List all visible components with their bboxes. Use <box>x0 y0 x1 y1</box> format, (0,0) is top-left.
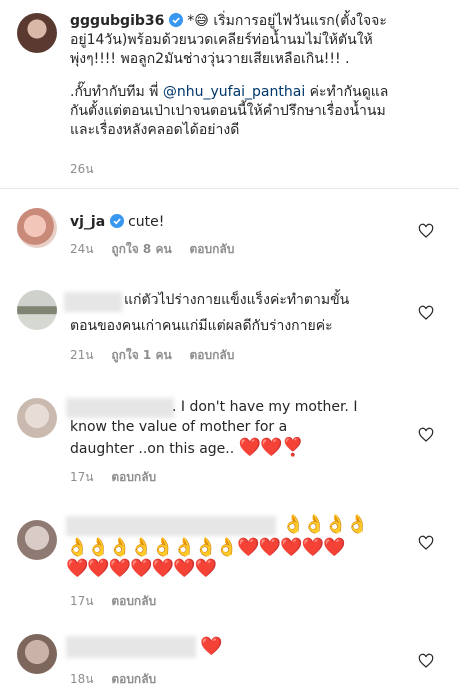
comment-3-reply-button[interactable]: ตอบกลับ <box>111 470 156 484</box>
comment-3-meta: 17น ตอบกลับ <box>70 468 170 487</box>
caption-line-4-rest: ค่ะทำกันดูแล <box>305 84 389 100</box>
comment-3-time: 17น <box>70 470 94 484</box>
comment-1-username[interactable]: vj_ja <box>70 214 105 230</box>
comment-5-reply-button[interactable]: ตอบกลับ <box>111 672 156 686</box>
comment-2-body: แก่ตัวไปร่างกายแข็งแร็งค่ะทำตามขั้น <box>124 291 454 310</box>
verified-icon <box>168 13 183 27</box>
caption-line-2: อยู่14วัน)พร้อมด้วยนวดเคลียร์ท่อน้ำนมไม่… <box>70 32 373 48</box>
comment-4-reply-button[interactable]: ตอบกลับ <box>111 594 156 608</box>
comment-2-avatar[interactable] <box>17 290 57 330</box>
comment-1-reply-button[interactable]: ตอบกลับ <box>190 242 235 256</box>
comment-3-avatar[interactable] <box>17 398 57 438</box>
caption-username[interactable]: gggubgib36 <box>70 13 164 29</box>
comment-1-text: cute! <box>128 214 165 230</box>
caption-line-5: กันตั้งแต่ตอนเป่าเปาจนตอนนี้ให้คำปรึกษาเ… <box>70 103 386 119</box>
mention-link[interactable]: @nhu_yufai_panthai <box>163 84 305 100</box>
caption-line-4: .กั๊บทำกับทีม พี่ <box>70 84 163 100</box>
like-heart-icon[interactable] <box>418 535 434 551</box>
comment-4-meta: 17น ตอบกลับ <box>70 592 170 611</box>
comment-3-body-rest: know the value of mother for a daughter … <box>70 418 304 459</box>
comment-5-heart-emoji: ❤️ <box>200 636 222 657</box>
like-heart-icon[interactable] <box>418 305 434 321</box>
comment-2-text-line-2: ตอนของคนเก่าคนแก่มีแต่ผลดีกับร่างกายค่ะ <box>70 318 333 334</box>
comment-4-body-line-1: 👌👌👌👌 <box>282 514 369 536</box>
comment-3-heart-emojis: ❤️❤️❣️ <box>238 437 304 458</box>
comment-1-likes[interactable]: ถูกใจ 8 คน <box>111 242 171 256</box>
comment-1-body: vj_ja cute! <box>70 213 164 232</box>
comment-2-likes[interactable]: ถูกใจ 1 คน <box>111 348 171 362</box>
comment-4-body-line-2: 👌👌👌👌👌👌👌👌❤️❤️❤️❤️❤️ <box>66 537 345 559</box>
comment-2-username-redacted <box>64 292 122 312</box>
caption-text: gggubgib36 *😅 เริ่มการอยู่ไฟวันแรก(ตั้งใ… <box>70 12 455 140</box>
comment-5-meta: 18น ตอบกลับ <box>70 670 170 689</box>
comment-4-username-redacted <box>66 516 276 536</box>
comment-3-username-redacted <box>66 398 174 418</box>
comment-4-mixed-emojis: 👌👌👌👌👌👌👌👌❤️❤️❤️❤️❤️ <box>66 537 345 558</box>
comment-3-text-line-2: know the value of mother for a <box>70 419 288 435</box>
comment-1-avatar[interactable] <box>17 208 57 248</box>
caption-line-3: พุ่งๆ!!!! พอลูก2มันช่างวุ่นวายเสียเหลือเ… <box>70 51 350 67</box>
comment-5-body: ❤️ <box>200 636 222 658</box>
comment-3-text-line-1: . I don't have my mother. I <box>172 399 358 415</box>
comment-2-body-line-2: ตอนของคนเก่าคนแก่มีแต่ผลดีกับร่างกายค่ะ <box>70 317 333 336</box>
comment-2-text-line-1: แก่ตัวไปร่างกายแข็งแร็งค่ะทำตามขั้น <box>124 292 350 308</box>
caption-line-6: และเรื่องหลังคลอดได้อย่างดี <box>70 122 240 138</box>
caption-line-1: *😅 เริ่มการอยู่ไฟวันแรก(ตั้งใจจะ <box>187 13 387 29</box>
comment-4-time: 17น <box>70 594 94 608</box>
like-heart-icon[interactable] <box>418 223 434 239</box>
like-heart-icon[interactable] <box>418 653 434 669</box>
comment-3-text-line-3: daughter ..on this age.. <box>70 441 235 457</box>
comment-1-time: 24น <box>70 242 94 256</box>
comment-1-meta: 24น ถูกใจ 8 คน ตอบกลับ <box>70 240 248 259</box>
verified-icon <box>109 214 124 228</box>
like-heart-icon[interactable] <box>418 427 434 443</box>
caption-divider <box>0 188 459 189</box>
comment-4-heart-emojis: ❤️❤️❤️❤️❤️❤️❤️ <box>66 558 217 579</box>
comment-2-time: 21น <box>70 348 94 362</box>
comment-4-body-line-3: ❤️❤️❤️❤️❤️❤️❤️ <box>66 558 217 580</box>
comment-4-ok-hand-emojis: 👌👌👌👌 <box>282 514 369 535</box>
caption-time: 26น <box>70 162 94 176</box>
comment-4-avatar[interactable] <box>17 520 57 560</box>
comment-3-body: . I don't have my mother. I <box>172 398 357 417</box>
comment-2-meta: 21น ถูกใจ 1 คน ตอบกลับ <box>70 346 248 365</box>
caption-avatar[interactable] <box>17 13 57 53</box>
comment-5-username-redacted <box>66 636 196 658</box>
comment-2-reply-button[interactable]: ตอบกลับ <box>190 348 235 362</box>
comment-5-avatar[interactable] <box>17 634 57 674</box>
comment-5-time: 18น <box>70 672 94 686</box>
